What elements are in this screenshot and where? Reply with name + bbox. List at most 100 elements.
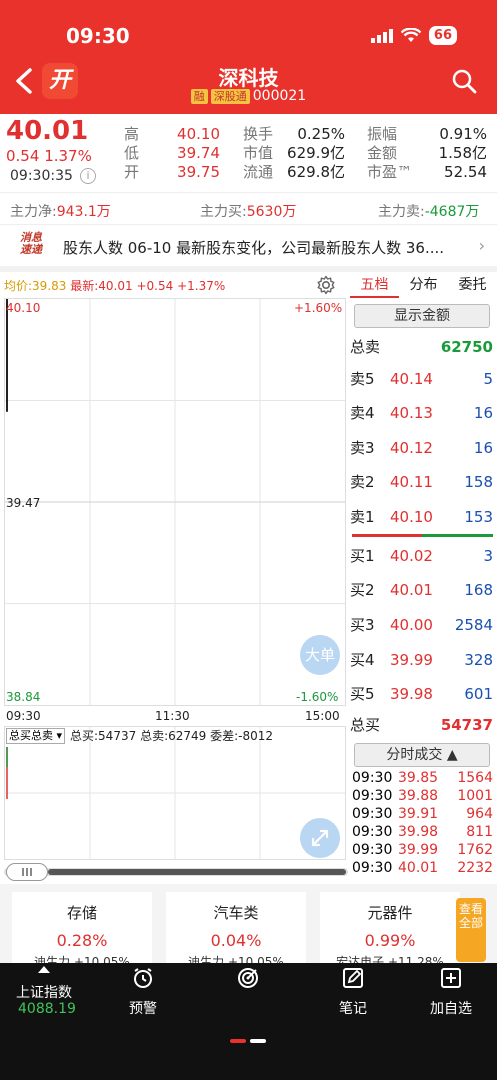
news-text[interactable]: 股东人数 06-10 最新股东变化，公司最新股东人数 36.... bbox=[63, 237, 444, 258]
intraday-chart[interactable] bbox=[4, 298, 346, 706]
ask-price: 40.12 bbox=[390, 439, 433, 457]
y-tick-top: 40.10 bbox=[6, 301, 41, 315]
tab-five-levels[interactable]: 五档 bbox=[350, 272, 399, 298]
bid-label: 买3 bbox=[350, 616, 375, 634]
bid-row[interactable]: 买3 40.00 2584 bbox=[350, 608, 495, 642]
edit-note-icon bbox=[343, 968, 363, 988]
info-icon[interactable]: i bbox=[80, 168, 96, 184]
stat-label: 低 bbox=[124, 144, 140, 162]
stock-code: 000021 bbox=[252, 88, 307, 104]
bid-row[interactable]: 买4 39.99 328 bbox=[350, 643, 495, 677]
ask-row[interactable]: 卖1 40.10 153 bbox=[350, 500, 495, 534]
ask-price: 40.11 bbox=[390, 473, 433, 491]
main-buy-flow: 主力买:5630万 bbox=[200, 201, 296, 221]
gear-icon[interactable] bbox=[316, 275, 336, 295]
tab-distribution[interactable]: 分布 bbox=[399, 272, 448, 298]
bid-row[interactable]: 买1 40.02 3 bbox=[350, 539, 495, 573]
ask-volume: 16 bbox=[473, 439, 493, 457]
bid-price: 40.02 bbox=[390, 547, 433, 565]
nav-notes[interactable]: 笔记 bbox=[318, 966, 388, 1018]
ask-label: 卖2 bbox=[350, 473, 375, 491]
chevron-right-icon[interactable]: › bbox=[479, 236, 485, 255]
last-price: 40.01 bbox=[6, 116, 89, 146]
sector-card[interactable]: 存储 0.28% 迪生力 +10.05% bbox=[12, 892, 152, 964]
quote-time: 09:30:35 bbox=[10, 168, 73, 184]
tick-price: 39.88 bbox=[398, 788, 439, 804]
volume-selector[interactable]: 总买总卖 ▾ bbox=[6, 728, 66, 744]
big-order-button[interactable]: 大单 bbox=[300, 635, 340, 675]
margin-tag: 融 bbox=[190, 88, 208, 104]
sum-sell: 62749 bbox=[168, 729, 207, 743]
divider bbox=[0, 192, 497, 193]
flow-value: 5630万 bbox=[246, 204, 297, 220]
expand-icon[interactable] bbox=[300, 818, 340, 858]
tick-time: 09:30 bbox=[352, 770, 393, 786]
divider bbox=[0, 224, 497, 225]
bid-label: 买5 bbox=[350, 685, 375, 703]
sector-card[interactable]: 汽车类 0.04% 迪生力 +10.05% bbox=[166, 892, 306, 964]
stat-value: 39.74 bbox=[177, 144, 220, 162]
ask-volume: 153 bbox=[464, 508, 493, 526]
flow-label: 主力净: bbox=[10, 204, 57, 220]
nav-label: 预警 bbox=[129, 1001, 157, 1017]
bid-label: 买4 bbox=[350, 651, 375, 669]
sum-label: 总卖: bbox=[140, 729, 169, 743]
order-book-tabs: 五档 分布 委托 bbox=[350, 272, 497, 298]
sum-label: 委差: bbox=[210, 729, 239, 743]
ask-row[interactable]: 卖5 40.14 5 bbox=[350, 362, 495, 396]
stat-value: 1.58亿 bbox=[438, 144, 487, 162]
volume-chart[interactable] bbox=[4, 726, 346, 860]
y-pct-bottom: -1.60% bbox=[296, 690, 339, 704]
stock-detail-screen: { "status": {"time": "09:30", "battery":… bbox=[0, 0, 497, 1080]
tick-trades-button[interactable]: 分时成交 ▲ bbox=[354, 743, 490, 767]
tick-time: 09:30 bbox=[352, 842, 393, 858]
tick-time: 09:30 bbox=[352, 806, 393, 822]
sector-pct: 0.04% bbox=[210, 931, 262, 950]
tick-volume: 1001 bbox=[457, 788, 493, 804]
stat-value: 0.25% bbox=[297, 125, 345, 143]
bid-row[interactable]: 买5 39.98 601 bbox=[350, 677, 495, 711]
nav-alert[interactable]: 预警 bbox=[108, 966, 178, 1018]
ask-row[interactable]: 卖2 40.11 158 bbox=[350, 465, 495, 499]
sector-card[interactable]: 元器件 0.99% 宏达电子 +11.28% bbox=[320, 892, 460, 964]
search-icon[interactable] bbox=[451, 68, 477, 94]
flow-value: 943.1万 bbox=[56, 204, 111, 220]
tick-time: 09:30 bbox=[352, 788, 393, 804]
nav-label: 笔记 bbox=[339, 1001, 367, 1017]
caret-up-icon[interactable] bbox=[38, 966, 50, 973]
bid-price: 39.98 bbox=[390, 685, 433, 703]
bid-row[interactable]: 买2 40.01 168 bbox=[350, 573, 495, 607]
sector-pct: 0.99% bbox=[364, 931, 416, 950]
tick-row: 09:30 40.01 2232 bbox=[350, 859, 495, 877]
bid-volume: 2584 bbox=[454, 616, 493, 634]
ask-row[interactable]: 卖3 40.12 16 bbox=[350, 431, 495, 465]
status-time: 09:30 bbox=[66, 24, 130, 48]
nav-target[interactable] bbox=[213, 966, 283, 998]
tick-row: 09:30 39.99 1762 bbox=[350, 841, 495, 859]
ask-row[interactable]: 卖4 40.13 16 bbox=[350, 396, 495, 430]
sum-label: 总买: bbox=[70, 729, 99, 743]
stat-value: 629.9亿 bbox=[287, 144, 345, 162]
see-all-button[interactable]: 查看全部 bbox=[456, 898, 486, 962]
stock-subtitle: 融深股通 000021 bbox=[0, 88, 497, 104]
tick-volume: 2232 bbox=[457, 860, 493, 876]
stat-label: 市盈™ bbox=[367, 163, 413, 181]
ask-label: 卖1 bbox=[350, 508, 375, 526]
flow-label: 主力卖: bbox=[378, 204, 425, 220]
tick-price: 40.01 bbox=[398, 860, 439, 876]
tick-volume: 811 bbox=[466, 824, 493, 840]
scroll-handle[interactable] bbox=[6, 863, 48, 881]
bid-price: 39.99 bbox=[390, 651, 433, 669]
last-label: 最新: bbox=[70, 279, 99, 293]
wifi-icon bbox=[400, 28, 421, 42]
y-tick-bottom: 38.84 bbox=[6, 690, 41, 704]
stat-label: 换手 bbox=[243, 125, 274, 143]
show-amount-button[interactable]: 显示金额 bbox=[354, 304, 490, 328]
x-tick-close: 15:00 bbox=[305, 709, 340, 723]
chart-scrollbar[interactable] bbox=[4, 862, 348, 882]
nav-add-watchlist[interactable]: 加自选 bbox=[416, 966, 486, 1018]
index-name[interactable]: 上证指数 bbox=[16, 982, 72, 1002]
tab-orders[interactable]: 委托 bbox=[448, 272, 497, 298]
y-tick-mid: 39.47 bbox=[6, 496, 41, 510]
ask-label: 卖5 bbox=[350, 370, 375, 388]
